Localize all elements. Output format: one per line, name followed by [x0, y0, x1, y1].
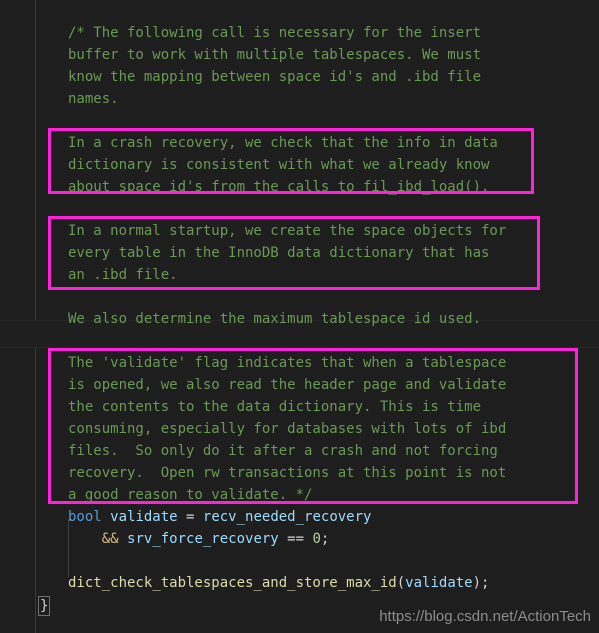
identifier-validate: validate	[110, 509, 178, 525]
indent-guide	[68, 519, 69, 577]
code-line-comment: In a normal startup, we create the space…	[68, 223, 507, 239]
code-line-declaration: bool validate = recv_needed_recovery	[68, 506, 371, 528]
code-line-comment: is opened, we also read the header page …	[68, 377, 507, 393]
code-line-comment: the contents to the data dictionary. Thi…	[68, 399, 482, 415]
code-line-comment: The 'validate' flag indicates that when …	[68, 355, 507, 371]
number-literal: 0	[312, 531, 321, 547]
logical-and-operator: &&	[101, 531, 119, 547]
code-line-comment: In a crash recovery, we check that the i…	[68, 135, 498, 151]
code-line-comment: files. So only do it after a crash and n…	[68, 443, 498, 459]
code-line-function-call: dict_check_tablespaces_and_store_max_id(…	[68, 572, 489, 594]
function-name-dict-check-tablespaces: dict_check_tablespaces_and_store_max_id	[68, 575, 397, 591]
equality-operator: ==	[278, 531, 313, 547]
code-line-comment: know the mapping between space id's and …	[68, 69, 482, 85]
argument-validate: validate	[405, 575, 473, 591]
semicolon: ;	[481, 575, 490, 591]
code-line-comment: a good reason to validate. */	[68, 487, 313, 503]
code-content-area[interactable]: /* The following call is necessary for t…	[0, 0, 599, 633]
assignment-operator: =	[177, 509, 203, 525]
identifier-recv-needed-recovery: recv_needed_recovery	[202, 509, 372, 525]
code-line-comment: /* The following call is necessary for t…	[68, 25, 482, 41]
code-line-comment: dictionary is consistent with what we al…	[68, 157, 490, 173]
code-line-comment: about space id's from the calls to fil_i…	[68, 179, 490, 195]
code-line-comment: every table in the InnoDB data dictionar…	[68, 245, 490, 261]
code-line-continuation: && srv_force_recovery == 0;	[68, 528, 330, 550]
close-paren: )	[472, 575, 482, 591]
code-editor-screenshot: /* The following call is necessary for t…	[0, 0, 599, 633]
semicolon: ;	[320, 531, 330, 547]
code-line-comment: recovery. Open rw transactions at this p…	[68, 465, 507, 481]
code-line-comment: an .ibd file.	[68, 267, 178, 283]
code-line-comment: consuming, especially for databases with…	[68, 421, 507, 437]
closing-brace: }	[40, 598, 49, 614]
identifier-srv-force-recovery: srv_force_recovery	[127, 531, 279, 547]
keyword-bool: bool	[68, 509, 102, 525]
code-line-comment: names.	[68, 91, 119, 107]
code-line-comment: buffer to work with multiple tablespaces…	[68, 47, 482, 63]
open-paren: (	[396, 575, 406, 591]
code-line-comment: We also determine the maximum tablespace…	[68, 311, 482, 327]
watermark-url: https://blog.csdn.net/ActionTech	[379, 608, 591, 625]
